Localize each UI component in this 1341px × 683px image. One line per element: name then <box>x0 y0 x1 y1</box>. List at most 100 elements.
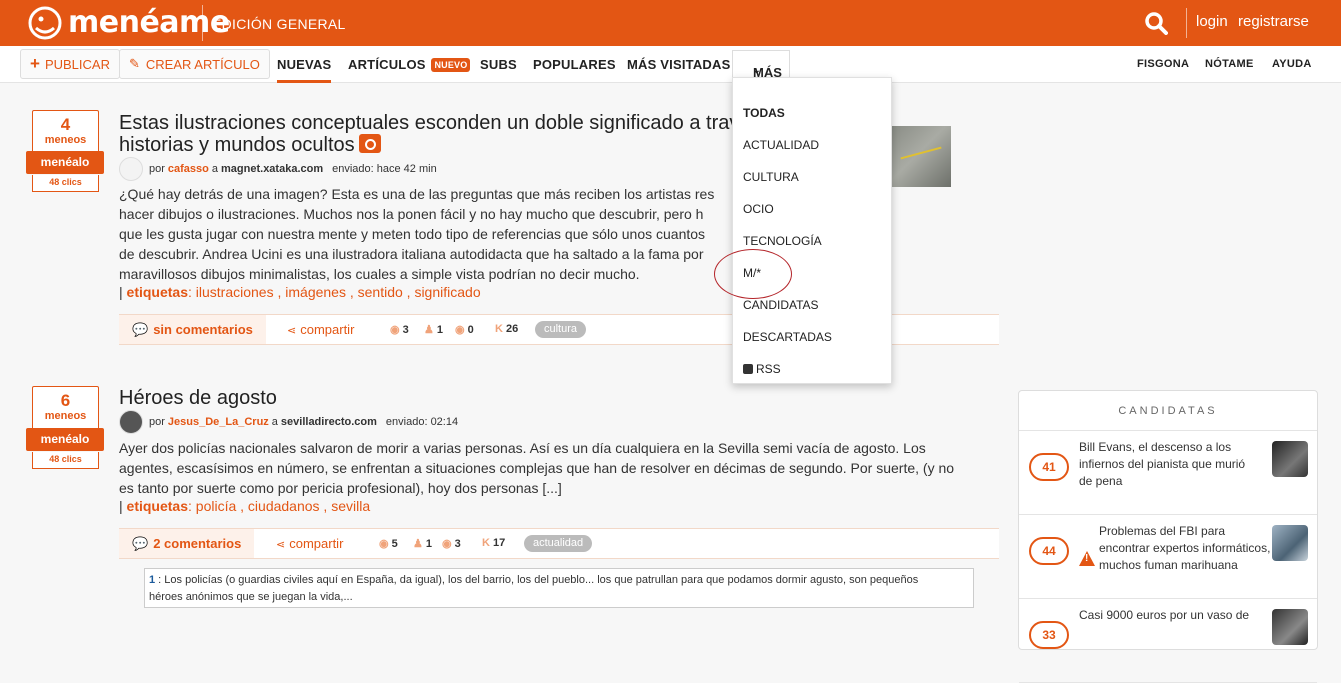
comments-icon: 💬 <box>132 535 149 551</box>
sidebar-item[interactable]: 41 Bill Evans, el descenso a los infiern… <box>1019 431 1317 515</box>
share-button[interactable]: ⋖ compartir <box>287 322 354 337</box>
story-title[interactable]: Estas ilustraciones conceptuales esconde… <box>119 113 761 156</box>
at-label: a <box>211 163 219 175</box>
meneame-logo-icon[interactable] <box>28 6 62 40</box>
avatar[interactable] <box>119 410 143 434</box>
annotation-circle <box>714 249 792 299</box>
story-actions: 💬 2 comentarios ⋖ compartir ◉ 5 ♟ 1 ◉ 3 K 17 … <box>119 528 999 559</box>
rss-label: RSS <box>756 362 781 376</box>
sidebar-thumbnail[interactable] <box>1272 525 1308 561</box>
sidebar-item-text[interactable]: Bill Evans, el descenso a los infiernos … <box>1079 439 1255 490</box>
menu-item-descartadas[interactable]: DESCARTADAS <box>743 330 832 344</box>
vote-label: meneos <box>44 410 87 422</box>
category-badge[interactable]: cultura <box>535 321 587 338</box>
ayuda-link[interactable]: AYUDA <box>1272 58 1312 70</box>
tags-prefix: | <box>119 498 123 514</box>
user-icon: ♟ <box>424 324 434 336</box>
menu-item-tecnologia[interactable]: TECNOLOGÍA <box>743 234 822 248</box>
sidebar-thumbnail[interactable] <box>1272 609 1308 645</box>
publish-label: PUBLICAR <box>44 56 110 72</box>
menealo-button[interactable]: menéalo <box>26 151 104 174</box>
story-title[interactable]: Héroes de agosto <box>119 388 277 409</box>
vote-count: 6 <box>60 391 71 410</box>
story-thumbnail[interactable] <box>892 126 951 187</box>
story-body-line: agentes, escasísimos en número, se enfre… <box>119 460 955 476</box>
sidebar-item[interactable]: 44 Problemas del FBI para encontrar expe… <box>1019 515 1317 599</box>
story-title-line1: Estas ilustraciones conceptuales esconde… <box>119 112 761 134</box>
domain-link[interactable]: sevilladirecto.com <box>281 416 377 428</box>
tags-label: etiquetas <box>126 498 188 514</box>
clicks-count: 48 clics <box>32 175 99 192</box>
stat-down: ◉ 3 <box>442 537 461 550</box>
karma-value: 26 <box>505 323 519 335</box>
comments-button[interactable]: 💬 2 comentarios <box>119 529 255 558</box>
top-comment-preview[interactable]: 1 : Los policías (o guardias civiles aqu… <box>144 568 974 608</box>
tags-list[interactable]: : policía , ciudadanos , sevilla <box>188 498 370 514</box>
share-label: compartir <box>300 322 355 337</box>
stat-up: ◉ 5 <box>379 537 398 550</box>
stat-up: ◉ 3 <box>390 323 409 336</box>
tab-mas-visitadas[interactable]: MÁS VISITADAS <box>627 57 730 72</box>
tab-articulos[interactable]: ARTÍCULOS NUEVO <box>348 57 471 72</box>
down-icon: ◉ <box>455 324 465 336</box>
story-tags: | etiquetas: ilustraciones , imágenes , … <box>119 284 481 300</box>
menu-item-ocio[interactable]: OCIO <box>743 202 774 216</box>
sidebar-item[interactable]: 33 Casi 9000 euros por un vaso de <box>1019 599 1317 683</box>
story-meta: por cafasso a magnet.xataka.com enviado:… <box>119 157 437 181</box>
quote-text-1: : Los policías (o guardias civiles aquí … <box>155 574 919 586</box>
menealo-button[interactable]: menéalo <box>26 428 104 451</box>
stat-up-value: 5 <box>391 538 398 550</box>
plus-icon: + <box>30 54 40 73</box>
stat-down-value: 0 <box>467 324 474 336</box>
menu-item-candidatas[interactable]: CANDIDATAS <box>743 298 819 312</box>
user-link[interactable]: cafasso <box>168 163 209 175</box>
up-icon: ◉ <box>379 538 389 550</box>
tab-subs[interactable]: SUBS <box>480 57 517 72</box>
karma-value: 17 <box>492 537 506 549</box>
notame-link[interactable]: NÓTAME <box>1205 58 1254 70</box>
fisgona-link[interactable]: FISGONA <box>1137 58 1189 70</box>
vote-count: 4 <box>60 115 71 134</box>
sidebar-thumbnail[interactable] <box>1272 441 1308 477</box>
category-badge[interactable]: actualidad <box>524 535 593 552</box>
avatar[interactable] <box>119 157 143 181</box>
share-button[interactable]: ⋖ compartir <box>276 536 343 551</box>
sent-time: enviado: hace 42 min <box>332 163 437 175</box>
at-label: a <box>271 416 278 428</box>
site-logo-text[interactable]: menéame <box>68 5 230 40</box>
domain-link[interactable]: magnet.xataka.com <box>221 163 323 175</box>
menu-item-cultura[interactable]: CULTURA <box>743 170 799 184</box>
top-divider <box>1186 8 1187 38</box>
sidebar-title: CANDIDATAS <box>1019 391 1317 431</box>
share-icon: ⋖ <box>287 325 297 337</box>
comments-button[interactable]: 💬 sin comentarios <box>119 315 266 344</box>
stat-up-value: 3 <box>402 324 409 336</box>
story-title-line2: historias y mundos ocultos <box>119 134 355 156</box>
edition-label[interactable]: EDICIÓN GENERAL <box>212 16 346 32</box>
stat-down: ◉ 0 <box>455 323 474 336</box>
tab-populares[interactable]: POPULARES <box>533 57 616 72</box>
clicks-count: 48 clics <box>32 452 99 469</box>
publish-button[interactable]: + PUBLICAR <box>20 49 120 79</box>
login-link[interactable]: login <box>1196 13 1228 30</box>
search-icon[interactable] <box>1144 11 1168 35</box>
comments-icon: 💬 <box>132 321 149 337</box>
menu-item-rss[interactable]: RSS <box>743 362 781 376</box>
tags-list[interactable]: : ilustraciones , imágenes , sentido , s… <box>188 284 481 300</box>
story-title-line2-wrap: historias y mundos ocultos <box>119 134 761 156</box>
sidebar-votes: 44 <box>1029 537 1069 565</box>
menu-item-todas[interactable]: TODAS <box>743 106 785 120</box>
sidebar-item-text[interactable]: Casi 9000 euros por un vaso de <box>1079 607 1255 624</box>
create-article-button[interactable]: ✎ CREAR ARTÍCULO <box>119 49 270 79</box>
stat-anon: ♟ 1 <box>413 537 432 550</box>
karma-icon: K <box>495 323 503 335</box>
user-link[interactable]: Jesus_De_La_Cruz <box>168 416 269 428</box>
register-link[interactable]: registrarse <box>1238 13 1309 30</box>
tags-label: etiquetas <box>126 284 188 300</box>
vote-label: meneos <box>44 134 87 146</box>
story-tags: | etiquetas: policía , ciudadanos , sevi… <box>119 498 370 514</box>
tab-nuevas[interactable]: NUEVAS <box>277 57 332 83</box>
sidebar-item-text[interactable]: Problemas del FBI para encontrar experto… <box>1099 523 1275 574</box>
menu-item-actualidad[interactable]: ACTUALIDAD <box>743 138 819 152</box>
chevron-down-icon: ⌄ <box>753 65 761 75</box>
